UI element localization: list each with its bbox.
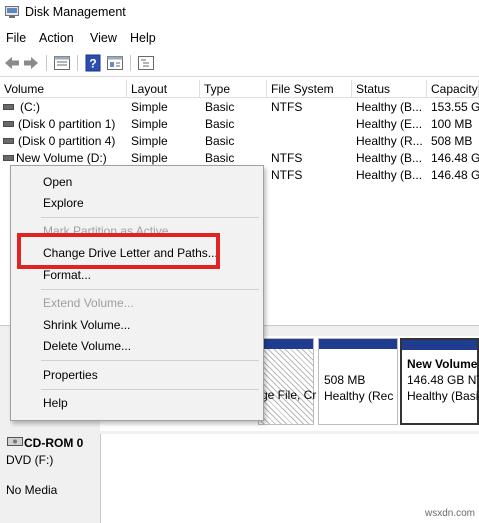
- partition-size: 508 MB: [324, 373, 366, 387]
- cell-file-system: NTFS: [271, 151, 303, 165]
- watermark: wsxdn.com: [424, 508, 475, 519]
- partition-pagefile[interactable]: ge File, Cr: [258, 338, 317, 425]
- toolbar: ?: [0, 50, 479, 77]
- partition-bar: [319, 339, 397, 349]
- menu-item-extend-volume[interactable]: Extend Volume...: [43, 296, 134, 310]
- cell-capacity: 508 MB: [431, 134, 473, 148]
- cell-status: Healthy (B...: [356, 168, 423, 182]
- disk-management-icon: [5, 6, 19, 18]
- partition-status: ge File, Cr: [261, 388, 317, 402]
- menu-separator: [41, 360, 259, 361]
- menu-item-delete-volume[interactable]: Delete Volume...: [43, 339, 131, 353]
- cdrom-name: CD-ROM 0: [24, 436, 84, 450]
- partition-bar: [259, 339, 313, 349]
- toolbar-separator: [46, 55, 47, 71]
- table-row[interactable]: (C:) Simple Basic NTFS Healthy (B... 153…: [0, 99, 479, 116]
- menu-item-help[interactable]: Help: [43, 396, 68, 410]
- column-header-type[interactable]: Type: [200, 80, 267, 98]
- menu-item-format[interactable]: Format...: [43, 268, 91, 282]
- partition-name: New Volume: [407, 357, 478, 371]
- cdrom-media: No Media: [6, 483, 58, 497]
- cell-layout: Simple: [131, 151, 168, 165]
- toolbar-separator: [77, 55, 78, 71]
- partition-status: Healthy (Rec: [324, 389, 394, 403]
- column-header-volume[interactable]: Volume: [0, 80, 127, 98]
- window-title: Disk Management: [25, 5, 126, 19]
- menu-separator: [41, 289, 259, 290]
- cell-type: Basic: [205, 151, 235, 165]
- column-header-layout[interactable]: Layout: [127, 80, 200, 98]
- cell-volume: (C:): [20, 100, 40, 114]
- disk-icon: [3, 121, 14, 127]
- cell-file-system: NTFS: [271, 168, 303, 182]
- menu-bar: File Action View Help: [0, 28, 479, 48]
- cell-capacity: 146.48 GE: [431, 151, 479, 165]
- disk-icon: [3, 104, 14, 110]
- cell-layout: Simple: [131, 100, 168, 114]
- menu-item-open[interactable]: Open: [43, 175, 72, 189]
- cell-capacity: 100 MB: [431, 117, 473, 131]
- menu-separator: [41, 389, 259, 390]
- column-header-capacity[interactable]: Capacity: [427, 80, 479, 98]
- cell-volume: (Disk 0 partition 4): [18, 134, 116, 148]
- toolbar-separator: [130, 55, 131, 71]
- cell-status: Healthy (E...: [356, 117, 423, 131]
- disk-icon: [3, 138, 14, 144]
- title-bar: Disk Management: [0, 0, 479, 26]
- partition-size: 146.48 GB NTF: [407, 373, 479, 387]
- cdrom-partition-area: [100, 434, 479, 523]
- highlight-box: [17, 233, 220, 269]
- table-row[interactable]: (Disk 0 partition 4) Simple Basic Health…: [0, 133, 479, 150]
- back-arrow-icon[interactable]: [3, 54, 21, 72]
- cell-layout: Simple: [131, 117, 168, 131]
- menu-item-explore[interactable]: Explore: [43, 196, 84, 210]
- forward-arrow-icon[interactable]: [22, 54, 40, 72]
- menu-view[interactable]: View: [90, 31, 117, 45]
- cell-file-system: NTFS: [271, 100, 303, 114]
- cell-volume: (Disk 0 partition 1): [18, 117, 116, 131]
- cell-status: Healthy (B...: [356, 100, 423, 114]
- menu-item-properties[interactable]: Properties: [43, 368, 98, 382]
- partition-new-volume[interactable]: New Volume 146.48 GB NTF Healthy (Basic: [400, 338, 479, 425]
- disk-icon: [3, 155, 14, 161]
- cell-type: Basic: [205, 117, 235, 131]
- cell-layout: Simple: [131, 134, 168, 148]
- svg-text:?: ?: [89, 57, 96, 71]
- menu-help[interactable]: Help: [130, 31, 156, 45]
- help-icon[interactable]: ?: [84, 54, 102, 72]
- cdrom-icon: [7, 437, 23, 446]
- cell-capacity: 153.55 GE: [431, 100, 479, 114]
- menu-action[interactable]: Action: [39, 31, 74, 45]
- menu-file[interactable]: File: [6, 31, 26, 45]
- cell-type: Basic: [205, 134, 235, 148]
- menu-separator: [41, 217, 259, 218]
- table-row[interactable]: (Disk 0 partition 1) Simple Basic Health…: [0, 116, 479, 133]
- partition-recovery[interactable]: 508 MB Healthy (Rec: [318, 338, 398, 425]
- cell-status: Healthy (R...: [356, 134, 423, 148]
- properties-icon[interactable]: [106, 54, 124, 72]
- column-header-status[interactable]: Status: [352, 80, 427, 98]
- menu-item-shrink-volume[interactable]: Shrink Volume...: [43, 318, 130, 332]
- cdrom-drive: DVD (F:): [6, 453, 54, 467]
- column-header-file-system[interactable]: File System: [267, 80, 352, 98]
- console-tree-icon[interactable]: [137, 54, 155, 72]
- cell-status: Healthy (B...: [356, 151, 423, 165]
- partition-status: Healthy (Basic: [407, 389, 479, 403]
- cell-capacity: 146.48 GE: [431, 168, 479, 182]
- cell-type: Basic: [205, 100, 235, 114]
- cell-volume: New Volume (D:): [16, 151, 110, 166]
- context-menu: Open Explore Mark Partition as Active Ch…: [10, 165, 264, 421]
- partition-bar: [402, 340, 477, 350]
- disk-list-icon[interactable]: [53, 54, 71, 72]
